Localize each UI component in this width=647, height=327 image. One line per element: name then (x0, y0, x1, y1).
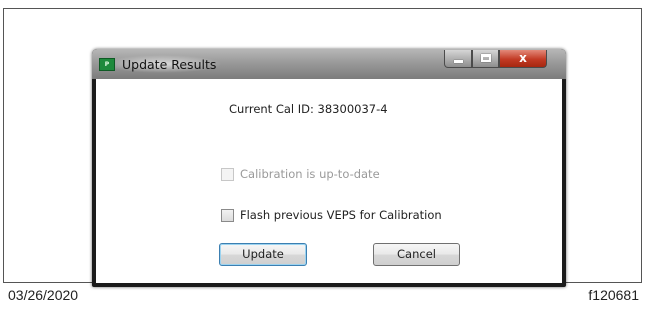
cancel-button[interactable]: Cancel (373, 243, 460, 266)
window-title: Update Results (122, 57, 217, 72)
figure-frame: P Update Results x Current Cal ID: 38300… (3, 8, 642, 287)
calibration-up-to-date-checkbox[interactable] (221, 168, 234, 181)
calibration-up-to-date-label: Calibration is up-to-date (240, 167, 380, 181)
dialog-body: Current Cal ID: 38300037-4 Calibration i… (96, 79, 562, 283)
maximize-icon (481, 54, 491, 62)
current-cal-id: Current Cal ID: 38300037-4 (229, 102, 388, 116)
app-icon: P (99, 58, 115, 71)
update-results-window: P Update Results x Current Cal ID: 38300… (92, 49, 566, 287)
title-bar[interactable]: P Update Results x (92, 49, 566, 79)
close-icon: x (519, 51, 527, 65)
minimize-button[interactable] (444, 50, 472, 68)
figure-reference: f120681 (588, 287, 639, 303)
flash-previous-veps-checkbox[interactable] (221, 209, 234, 222)
maximize-button[interactable] (472, 50, 499, 68)
close-button[interactable]: x (499, 50, 547, 68)
figure-date: 03/26/2020 (8, 287, 79, 303)
flash-previous-veps-label: Flash previous VEPS for Calibration (240, 208, 442, 222)
minimize-icon (454, 60, 463, 63)
update-button[interactable]: Update (219, 243, 307, 266)
